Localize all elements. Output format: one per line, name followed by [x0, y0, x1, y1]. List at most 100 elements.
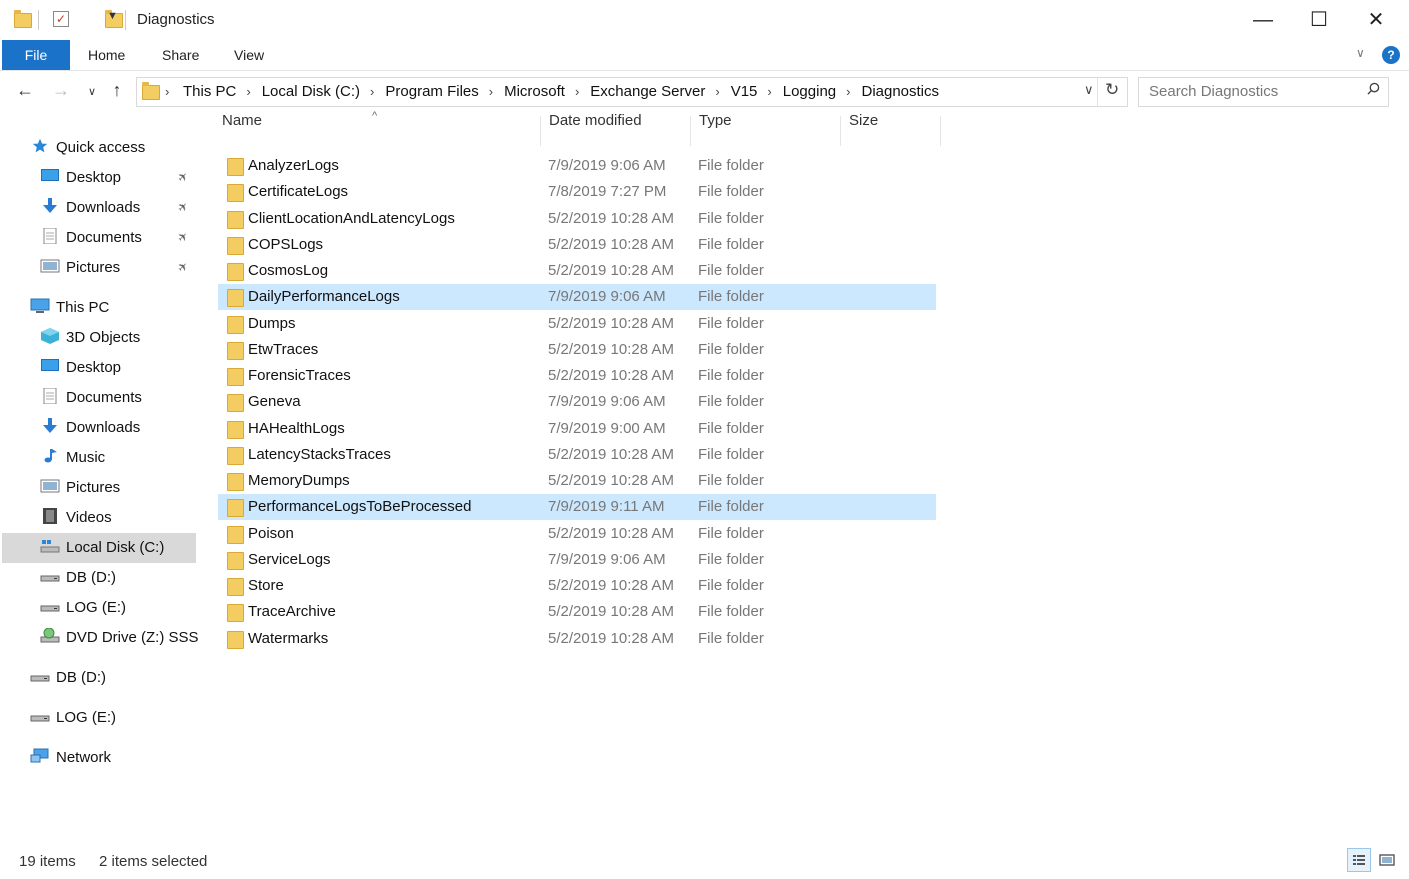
file-type: File folder: [698, 419, 764, 437]
nav-item-videos[interactable]: Videos: [40, 503, 198, 533]
table-row[interactable]: Store 5/2/2019 10:28 AM File folder: [218, 573, 936, 599]
breadcrumb-item[interactable]: Microsoft: [504, 83, 565, 100]
column-header-type[interactable]: Type: [699, 112, 732, 146]
folder-icon: [227, 394, 244, 413]
large-icons-view-button[interactable]: [1375, 848, 1399, 872]
qat-dropdown-icon[interactable]: ▼: [107, 10, 118, 32]
nav-item-documents[interactable]: Documents: [40, 383, 198, 413]
chevron-right-icon[interactable]: ›: [246, 84, 250, 99]
nav-log-drive[interactable]: LOG (E:): [30, 703, 198, 733]
ribbon-expand-icon[interactable]: ∨: [1356, 46, 1365, 60]
file-date-modified: 5/2/2019 10:28 AM: [548, 340, 674, 358]
nav-item-pictures[interactable]: Pictures: [40, 253, 198, 283]
file-name: ForensicTraces: [248, 367, 351, 384]
chevron-right-icon[interactable]: ›: [575, 84, 579, 99]
chevron-right-icon[interactable]: ›: [846, 84, 850, 99]
folder-icon[interactable]: [14, 10, 32, 28]
breadcrumb-item[interactable]: Local Disk (C:): [262, 83, 360, 100]
recent-locations-chevron-icon[interactable]: ∨: [81, 85, 103, 98]
breadcrumb-item[interactable]: Program Files: [385, 83, 478, 100]
table-row[interactable]: CosmosLog 5/2/2019 10:28 AM File folder: [218, 258, 936, 284]
minimize-button[interactable]: —: [1245, 6, 1281, 34]
nav-item-desktop[interactable]: Desktop: [40, 353, 198, 383]
table-row[interactable]: TraceArchive 5/2/2019 10:28 AM File folder: [218, 599, 936, 625]
nav-item-downloads[interactable]: Downloads: [40, 193, 198, 223]
tab-share[interactable]: Share: [162, 47, 199, 63]
table-row[interactable]: LatencyStacksTraces 5/2/2019 10:28 AM File…: [218, 442, 936, 468]
search-box[interactable]: Search Diagnostics: [1138, 77, 1389, 107]
nav-item-desktop[interactable]: Desktop: [40, 163, 198, 193]
address-bar[interactable]: › This PC › Local Disk (C:) › Program Files ›…: [136, 77, 1128, 107]
nav-item-db-drive[interactable]: DB (D:): [40, 563, 198, 593]
chevron-right-icon[interactable]: ›: [489, 84, 493, 99]
nav-item-downloads[interactable]: Downloads: [40, 413, 198, 443]
column-divider[interactable]: [840, 116, 841, 146]
column-divider[interactable]: [690, 116, 691, 146]
details-view-button[interactable]: [1347, 848, 1371, 872]
table-row[interactable]: AnalyzerLogs 7/9/2019 9:06 AM File folder: [218, 153, 936, 179]
file-date-modified: 5/2/2019 10:28 AM: [548, 603, 674, 621]
breadcrumb-item[interactable]: V15: [731, 83, 758, 100]
help-icon[interactable]: ?: [1382, 46, 1400, 64]
breadcrumb-item[interactable]: This PC: [183, 83, 236, 100]
table-row[interactable]: Geneva 7/9/2019 9:06 AM File folder: [218, 389, 936, 415]
nav-item-documents[interactable]: Documents: [40, 223, 198, 253]
close-button[interactable]: ✕: [1358, 6, 1394, 34]
nav-item-log-drive[interactable]: LOG (E:): [40, 593, 198, 623]
chevron-right-icon[interactable]: ›: [715, 84, 719, 99]
table-row[interactable]: COPSLogs 5/2/2019 10:28 AM File folder: [218, 232, 936, 258]
chevron-down-icon[interactable]: ∨: [1084, 82, 1094, 98]
folder-icon: [227, 158, 244, 176]
nav-item-label: Desktop: [66, 169, 122, 186]
folder-icon: [227, 473, 244, 491]
column-header-name[interactable]: Name: [222, 112, 262, 146]
file-date-modified: 5/2/2019 10:28 AM: [548, 524, 674, 542]
back-button[interactable]: ←: [14, 80, 36, 101]
properties-icon[interactable]: ✓: [53, 11, 69, 27]
column-divider[interactable]: [540, 116, 541, 146]
nav-item-dvd-drive[interactable]: DVD Drive (Z:) SSS_): [40, 623, 198, 653]
column-header-size[interactable]: Size: [849, 112, 878, 146]
table-row[interactable]: EtwTraces 5/2/2019 10:28 AM File folder: [218, 337, 936, 363]
maximize-button[interactable]: ☐: [1301, 6, 1337, 34]
table-row[interactable]: Poison 5/2/2019 10:28 AM File folder: [218, 521, 936, 547]
table-row[interactable]: HAHealthLogs 7/9/2019 9:00 AM File folder: [218, 416, 936, 442]
nav-quick-access[interactable]: Quick access: [30, 133, 198, 163]
table-row[interactable]: PerformanceLogsToBeProcessed 7/9/2019 9:1…: [218, 494, 936, 521]
table-row[interactable]: CertificateLogs 7/8/2019 7:27 PM File fold…: [218, 179, 936, 205]
table-row[interactable]: Dumps 5/2/2019 10:28 AM File folder: [218, 311, 936, 337]
table-row[interactable]: MemoryDumps 5/2/2019 10:28 AM File folder: [218, 468, 936, 494]
table-row[interactable]: ClientLocationAndLatencyLogs 5/2/2019 10:…: [218, 206, 936, 232]
column-header-date-modified[interactable]: Date modified: [549, 112, 642, 146]
breadcrumb[interactable]: This PC › Local Disk (C:) › Program Files › Mi…: [183, 83, 939, 100]
table-row[interactable]: Watermarks 5/2/2019 10:28 AM File folder: [218, 626, 936, 652]
nav-item-label: Downloads: [66, 419, 141, 436]
file-name: LatencyStacksTraces: [248, 445, 391, 463]
nav-item-pictures[interactable]: Pictures: [40, 473, 198, 503]
forward-button[interactable]: →: [50, 80, 72, 101]
navigation-bar: ← → ∨ ↑ › This PC › Local Disk (C:) › Progra…: [0, 74, 1409, 108]
chevron-right-icon[interactable]: ›: [767, 84, 771, 99]
breadcrumb-item[interactable]: Logging: [783, 83, 836, 100]
breadcrumb-item[interactable]: Diagnostics: [861, 83, 939, 100]
tab-view[interactable]: View: [234, 47, 264, 63]
nav-db-drive[interactable]: DB (D:): [30, 663, 198, 693]
search-input[interactable]: Search Diagnostics: [1149, 83, 1278, 100]
tab-file[interactable]: File: [2, 40, 70, 70]
chevron-right-icon[interactable]: ›: [370, 84, 374, 99]
refresh-icon[interactable]: ↻: [1105, 80, 1119, 100]
nav-item-3d-objects[interactable]: 3D Objects: [40, 323, 198, 353]
nav-network[interactable]: Network: [30, 743, 198, 773]
table-row[interactable]: ForensicTraces 5/2/2019 10:28 AM File fold…: [218, 363, 936, 389]
file-name: ServiceLogs: [248, 550, 331, 568]
column-divider[interactable]: [940, 116, 941, 146]
file-date-modified: 5/2/2019 10:28 AM: [548, 262, 674, 279]
table-row[interactable]: DailyPerformanceLogs 7/9/2019 9:06 AM File…: [218, 284, 936, 311]
breadcrumb-item[interactable]: Exchange Server: [590, 83, 705, 100]
up-button[interactable]: ↑: [106, 80, 128, 101]
table-row[interactable]: ServiceLogs 7/9/2019 9:06 AM File folder: [218, 547, 936, 573]
nav-this-pc[interactable]: This PC: [30, 293, 198, 323]
nav-item-local-disk[interactable]: Local Disk (C:): [2, 533, 196, 563]
nav-item-music[interactable]: Music: [40, 443, 198, 473]
tab-home[interactable]: Home: [88, 47, 125, 63]
